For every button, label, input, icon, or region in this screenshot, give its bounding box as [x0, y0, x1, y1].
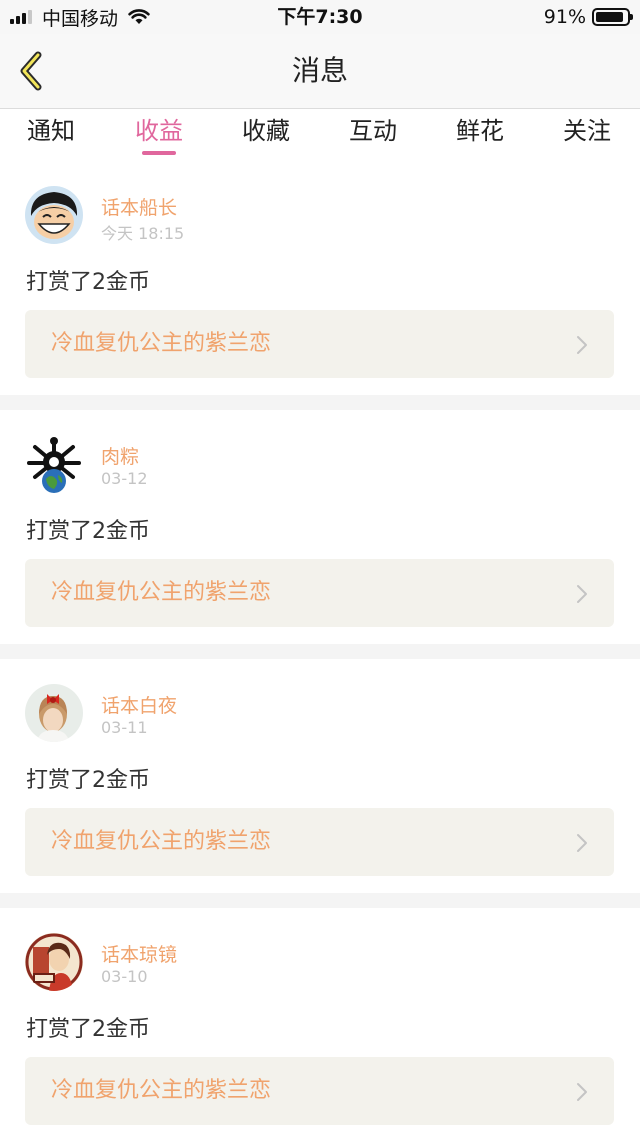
chevron-right-icon: [577, 585, 587, 603]
list-item: 话本船长 今天 18:15 打赏了2金币 冷血复仇公主的紫兰恋: [0, 161, 640, 395]
nav-bar: 消息: [0, 34, 640, 109]
separator: [0, 395, 640, 410]
list-item: 话本白夜 03-11 打赏了2金币 冷血复仇公主的紫兰恋: [0, 659, 640, 893]
timestamp: 今天 18:15: [101, 224, 185, 243]
username[interactable]: 话本白夜: [101, 691, 177, 718]
status-right: 91%: [543, 0, 633, 34]
separator: [0, 893, 640, 908]
tab-notifications[interactable]: 通知: [1, 109, 101, 161]
tab-label: 关注: [563, 117, 611, 145]
book-title: 冷血复仇公主的紫兰恋: [51, 331, 272, 356]
book-title: 冷血复仇公主的紫兰恋: [51, 580, 272, 605]
chevron-right-icon: [577, 834, 587, 852]
username[interactable]: 话本船长: [101, 193, 177, 220]
timestamp: 03-11: [101, 718, 148, 737]
illustrated-portrait-avatar[interactable]: [25, 933, 83, 991]
cartoon-boy-avatar[interactable]: [25, 186, 83, 244]
username[interactable]: 肉粽: [101, 442, 139, 469]
chevron-right-icon: [577, 336, 587, 354]
girl-red-bow-avatar[interactable]: [25, 684, 83, 742]
tab-label: 通知: [27, 117, 75, 145]
separator: [0, 644, 640, 659]
tab-following[interactable]: 关注: [537, 109, 637, 161]
tab-flowers[interactable]: 鲜花: [430, 109, 530, 161]
book-link[interactable]: 冷血复仇公主的紫兰恋: [25, 310, 614, 378]
tab-bar: 通知 收益 收藏 互动 鲜花 关注: [0, 109, 640, 161]
message-text: 打赏了2金币: [26, 1017, 150, 1042]
tab-interactions[interactable]: 互动: [323, 109, 423, 161]
message-feed: 话本船长 今天 18:15 打赏了2金币 冷血复仇公主的紫兰恋 肉粽 03-12…: [0, 161, 640, 1142]
username[interactable]: 话本琼镜: [101, 940, 177, 967]
active-tab-indicator: [142, 151, 176, 155]
chevron-right-icon: [577, 1083, 587, 1101]
tab-label: 互动: [349, 117, 397, 145]
book-title: 冷血复仇公主的紫兰恋: [51, 1078, 272, 1103]
globe-character-avatar[interactable]: [25, 435, 83, 493]
message-text: 打赏了2金币: [26, 768, 150, 793]
book-link[interactable]: 冷血复仇公主的紫兰恋: [25, 808, 614, 876]
timestamp: 03-10: [101, 967, 148, 986]
page-title: 消息: [291, 54, 348, 87]
list-item: 话本琼镜 03-10 打赏了2金币 冷血复仇公主的紫兰恋: [0, 908, 640, 1142]
message-text: 打赏了2金币: [26, 519, 150, 544]
book-link[interactable]: 冷血复仇公主的紫兰恋: [25, 559, 614, 627]
battery-nub: [630, 14, 633, 20]
tab-label: 鲜花: [456, 117, 504, 145]
book-title: 冷血复仇公主的紫兰恋: [51, 829, 272, 854]
timestamp: 03-12: [101, 469, 148, 488]
tab-earnings[interactable]: 收益: [109, 109, 209, 161]
list-item: 肉粽 03-12 打赏了2金币 冷血复仇公主的紫兰恋: [0, 410, 640, 644]
battery-percent: 91%: [543, 6, 586, 28]
book-link[interactable]: 冷血复仇公主的紫兰恋: [25, 1057, 614, 1125]
battery-icon: [592, 8, 633, 26]
tab-label: 收益: [135, 117, 183, 145]
battery-fill: [596, 12, 623, 22]
tab-label: 收藏: [242, 117, 290, 145]
status-bar: 中国移动 下午7:30 91%: [0, 0, 640, 34]
message-text: 打赏了2金币: [26, 270, 150, 295]
tab-favorites[interactable]: 收藏: [216, 109, 316, 161]
